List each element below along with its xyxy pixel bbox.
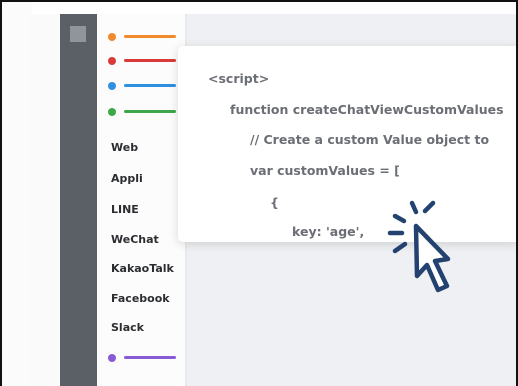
screenshot-frame	[0, 0, 518, 386]
